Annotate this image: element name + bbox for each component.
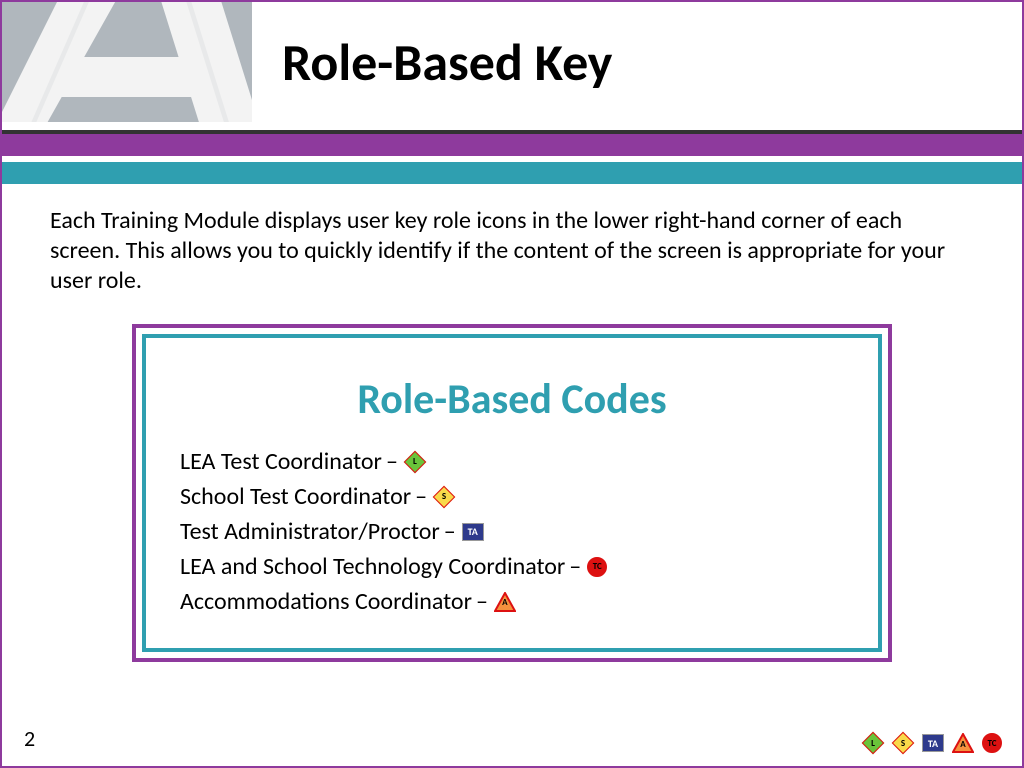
role-label: Accommodations Coordinator xyxy=(180,587,472,616)
separator: – xyxy=(386,447,398,476)
role-label: School Test Coordinator xyxy=(180,482,411,511)
separator: – xyxy=(415,482,427,511)
header: Role-Based Key xyxy=(2,2,1022,130)
footer-badge-s-icon: S xyxy=(892,732,914,754)
separator: – xyxy=(444,517,456,546)
footer-badge-a-icon: A xyxy=(952,733,974,753)
badge-s-icon: S xyxy=(433,486,455,508)
footer-badges: L S TA A TC xyxy=(862,732,1002,754)
page-number: 2 xyxy=(24,725,35,752)
role-school-test-coordinator: School Test Coordinator – S xyxy=(180,482,844,511)
footer-badge-ta-icon: TA xyxy=(922,734,944,752)
badge-a-icon: A xyxy=(494,592,516,612)
role-lea-test-coordinator: LEA Test Coordinator – L xyxy=(180,447,844,476)
role-label: LEA Test Coordinator xyxy=(180,447,382,476)
logo xyxy=(2,2,252,122)
divider-teal xyxy=(2,162,1022,184)
separator: – xyxy=(476,587,488,616)
footer-badge-l-icon: L xyxy=(862,732,884,754)
role-label: LEA and School Technology Coordinator xyxy=(180,552,565,581)
codes-heading: Role-Based Codes xyxy=(180,374,844,425)
role-label: Test Administrator/Proctor xyxy=(180,517,440,546)
badge-ta-icon: TA xyxy=(462,523,484,541)
slide: Role-Based Key Each Training Module disp… xyxy=(0,0,1024,768)
role-test-administrator: Test Administrator/Proctor – TA xyxy=(180,517,844,546)
badge-l-icon: L xyxy=(404,451,426,473)
footer-badge-tc-icon: TC xyxy=(982,733,1002,753)
badge-tc-icon: TC xyxy=(587,557,607,577)
page-title: Role-Based Key xyxy=(282,30,612,94)
codes-inner: Role-Based Codes LEA Test Coordinator – … xyxy=(142,334,882,652)
intro-text: Each Training Module displays user key r… xyxy=(2,184,1022,314)
divider-purple xyxy=(2,134,1022,156)
codes-box: Role-Based Codes LEA Test Coordinator – … xyxy=(132,324,892,662)
role-technology-coordinator: LEA and School Technology Coordinator – … xyxy=(180,552,844,581)
separator: – xyxy=(569,552,581,581)
role-accommodations-coordinator: Accommodations Coordinator – A xyxy=(180,587,844,616)
